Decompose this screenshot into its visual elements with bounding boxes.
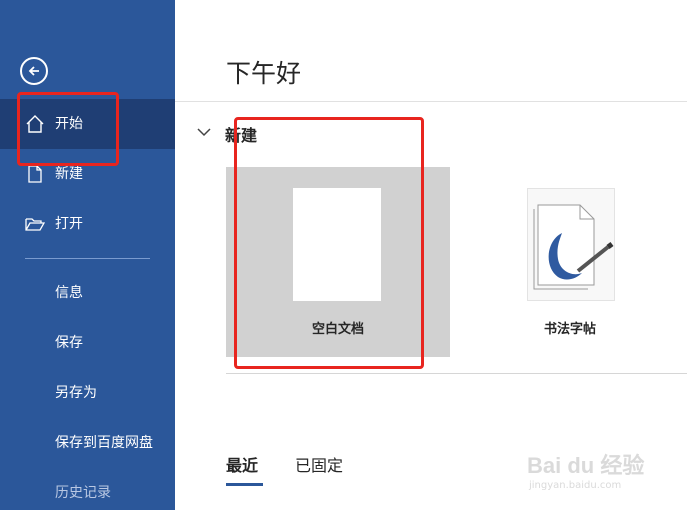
tab-pinned[interactable]: 已固定 <box>295 455 343 477</box>
highlight-box-home <box>17 92 119 166</box>
watermark-logo-text: Bai du 经验 <box>527 453 645 478</box>
sidebar-item-save[interactable]: 保存 <box>55 333 83 353</box>
highlight-box-blank-document <box>234 117 424 369</box>
calligraphy-brush-icon <box>533 204 614 290</box>
watermark-url: jingyan.baidu.com <box>529 480 622 491</box>
back-button[interactable] <box>20 57 48 85</box>
sidebar-item-save-to-baidu[interactable]: 保存到百度网盘 <box>55 433 153 453</box>
calligraphy-thumbnail <box>527 188 615 301</box>
template-caption: 书法字帖 <box>543 322 596 337</box>
sidebar-item-label: 打开 <box>55 216 83 232</box>
sidebar-divider <box>25 258 150 259</box>
arrow-left-icon <box>28 66 39 76</box>
tab-active-indicator <box>226 483 263 486</box>
templates-divider <box>226 373 687 374</box>
header-divider <box>175 101 687 102</box>
sidebar-item-open[interactable]: 打开 <box>0 199 175 249</box>
sidebar-item-info[interactable]: 信息 <box>55 283 83 303</box>
page-title: 下午好 <box>226 59 302 88</box>
backstage-sidebar: 开始 新建 打开 信息 保存 另存为 保存到百度网盘 历史记录 <box>0 0 175 510</box>
tab-recent[interactable]: 最近 <box>226 455 258 477</box>
sidebar-item-history[interactable]: 历史记录 <box>55 483 111 503</box>
folder-open-icon <box>25 218 45 231</box>
sidebar-item-save-as[interactable]: 另存为 <box>55 383 97 403</box>
baidu-watermark: Bai du 经验 jingyan.baidu.com <box>527 448 677 496</box>
new-document-icon <box>28 165 42 183</box>
template-calligraphy[interactable]: 书法字帖 <box>480 167 660 357</box>
chevron-down-icon[interactable] <box>197 127 211 137</box>
